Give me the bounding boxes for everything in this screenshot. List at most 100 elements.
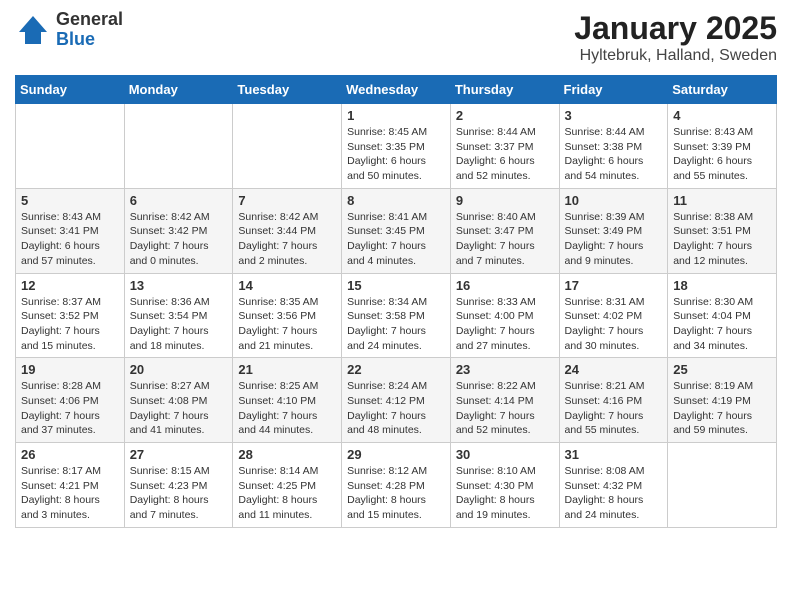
calendar-cell: 8 Sunrise: 8:41 AM Sunset: 3:45 PM Daylig… [342,188,451,273]
day-info: Sunrise: 8:40 AM Sunset: 3:47 PM Dayligh… [456,210,554,269]
calendar-cell: 11 Sunrise: 8:38 AM Sunset: 3:51 PM Dayli… [668,188,777,273]
calendar-week-row: 1 Sunrise: 8:45 AM Sunset: 3:35 PM Daylig… [16,104,777,189]
calendar-cell: 31 Sunrise: 8:08 AM Sunset: 4:32 PM Dayli… [559,443,668,528]
calendar-cell [16,104,125,189]
calendar-cell: 6Sunrise: 8:42 AM Sunset: 3:42 PM Daylig… [124,188,233,273]
day-info: Sunrise: 8:17 AM Sunset: 4:21 PM Dayligh… [21,464,119,523]
calendar-cell: 3Sunrise: 8:44 AM Sunset: 3:38 PM Daylig… [559,104,668,189]
day-info: Sunrise: 8:34 AM Sunset: 3:58 PM Dayligh… [347,295,445,354]
day-of-week-header: Wednesday [342,76,451,104]
day-info: Sunrise: 8:39 AM Sunset: 3:49 PM Dayligh… [565,210,663,269]
day-number: 10 [565,193,663,208]
calendar-cell: 19 Sunrise: 8:28 AM Sunset: 4:06 PM Dayli… [16,358,125,443]
logo-text: General Blue [56,10,123,50]
day-number: 24 [565,362,663,377]
calendar-cell: 7Sunrise: 8:42 AM Sunset: 3:44 PM Daylig… [233,188,342,273]
day-number: 31 [565,447,663,462]
day-info: Sunrise: 8:28 AM Sunset: 4:06 PM Dayligh… [21,379,119,438]
calendar-cell: 20 Sunrise: 8:27 AM Sunset: 4:08 PM Dayli… [124,358,233,443]
day-number: 17 [565,278,663,293]
day-number: 16 [456,278,554,293]
day-number: 11 [673,193,771,208]
day-info: Sunrise: 8:44 AM Sunset: 3:38 PM Dayligh… [565,125,663,184]
day-info: Sunrise: 8:37 AM Sunset: 3:52 PM Dayligh… [21,295,119,354]
calendar-cell: 2 Sunrise: 8:44 AM Sunset: 3:37 PM Daylig… [450,104,559,189]
calendar-cell: 21 Sunrise: 8:25 AM Sunset: 4:10 PM Dayli… [233,358,342,443]
day-info: Sunrise: 8:10 AM Sunset: 4:30 PM Dayligh… [456,464,554,523]
calendar-cell: 4Sunrise: 8:43 AM Sunset: 3:39 PM Daylig… [668,104,777,189]
day-number: 28 [238,447,336,462]
day-number: 29 [347,447,445,462]
day-number: 21 [238,362,336,377]
day-info: Sunrise: 8:43 AM Sunset: 3:41 PM Dayligh… [21,210,119,269]
day-number: 27 [130,447,228,462]
calendar-cell: 1 Sunrise: 8:45 AM Sunset: 3:35 PM Daylig… [342,104,451,189]
calendar-week-row: 19 Sunrise: 8:28 AM Sunset: 4:06 PM Dayli… [16,358,777,443]
calendar-cell: 28Sunrise: 8:14 AM Sunset: 4:25 PM Dayli… [233,443,342,528]
calendar-cell: 24 Sunrise: 8:21 AM Sunset: 4:16 PM Dayli… [559,358,668,443]
day-number: 5 [21,193,119,208]
calendar-cell: 30 Sunrise: 8:10 AM Sunset: 4:30 PM Dayli… [450,443,559,528]
day-info: Sunrise: 8:38 AM Sunset: 3:51 PM Dayligh… [673,210,771,269]
calendar-cell [668,443,777,528]
calendar-cell: 18 Sunrise: 8:30 AM Sunset: 4:04 PM Dayli… [668,273,777,358]
calendar-cell: 17Sunrise: 8:31 AM Sunset: 4:02 PM Dayli… [559,273,668,358]
calendar-week-row: 12 Sunrise: 8:37 AM Sunset: 3:52 PM Dayli… [16,273,777,358]
calendar-title: January 2025 [574,10,777,47]
day-of-week-header: Friday [559,76,668,104]
page-header: General Blue January 2025 Hyltebruk, Hal… [15,10,777,65]
day-info: Sunrise: 8:22 AM Sunset: 4:14 PM Dayligh… [456,379,554,438]
logo-general-text: General [56,10,123,30]
day-info: Sunrise: 8:27 AM Sunset: 4:08 PM Dayligh… [130,379,228,438]
title-block: January 2025 Hyltebruk, Halland, Sweden [574,10,777,65]
day-number: 2 [456,108,554,123]
day-info: Sunrise: 8:25 AM Sunset: 4:10 PM Dayligh… [238,379,336,438]
calendar-cell: 29Sunrise: 8:12 AM Sunset: 4:28 PM Dayli… [342,443,451,528]
calendar-cell: 10 Sunrise: 8:39 AM Sunset: 3:49 PM Dayli… [559,188,668,273]
day-info: Sunrise: 8:41 AM Sunset: 3:45 PM Dayligh… [347,210,445,269]
day-of-week-header: Monday [124,76,233,104]
day-number: 4 [673,108,771,123]
day-number: 20 [130,362,228,377]
day-number: 22 [347,362,445,377]
calendar-cell: 12 Sunrise: 8:37 AM Sunset: 3:52 PM Dayli… [16,273,125,358]
logo-icon [15,12,51,48]
logo: General Blue [15,10,123,50]
calendar-cell: 26Sunrise: 8:17 AM Sunset: 4:21 PM Dayli… [16,443,125,528]
calendar-cell: 13 Sunrise: 8:36 AM Sunset: 3:54 PM Dayli… [124,273,233,358]
day-info: Sunrise: 8:44 AM Sunset: 3:37 PM Dayligh… [456,125,554,184]
day-number: 18 [673,278,771,293]
calendar-cell: 22 Sunrise: 8:24 AM Sunset: 4:12 PM Dayli… [342,358,451,443]
day-info: Sunrise: 8:33 AM Sunset: 4:00 PM Dayligh… [456,295,554,354]
day-of-week-header: Tuesday [233,76,342,104]
day-info: Sunrise: 8:21 AM Sunset: 4:16 PM Dayligh… [565,379,663,438]
day-number: 13 [130,278,228,293]
logo-blue-text: Blue [56,30,123,50]
day-info: Sunrise: 8:45 AM Sunset: 3:35 PM Dayligh… [347,125,445,184]
day-info: Sunrise: 8:35 AM Sunset: 3:56 PM Dayligh… [238,295,336,354]
day-number: 19 [21,362,119,377]
calendar-cell: 25Sunrise: 8:19 AM Sunset: 4:19 PM Dayli… [668,358,777,443]
calendar-cell [124,104,233,189]
calendar-cell: 16 Sunrise: 8:33 AM Sunset: 4:00 PM Dayli… [450,273,559,358]
day-number: 12 [21,278,119,293]
day-number: 9 [456,193,554,208]
calendar-cell: 9 Sunrise: 8:40 AM Sunset: 3:47 PM Daylig… [450,188,559,273]
calendar-header-row: SundayMondayTuesdayWednesdayThursdayFrid… [16,76,777,104]
day-number: 30 [456,447,554,462]
calendar-cell: 15 Sunrise: 8:34 AM Sunset: 3:58 PM Dayli… [342,273,451,358]
day-number: 8 [347,193,445,208]
day-number: 1 [347,108,445,123]
day-info: Sunrise: 8:42 AM Sunset: 3:42 PM Dayligh… [130,210,228,269]
day-of-week-header: Thursday [450,76,559,104]
day-number: 14 [238,278,336,293]
calendar-cell: 27 Sunrise: 8:15 AM Sunset: 4:23 PM Dayli… [124,443,233,528]
calendar-cell: 23Sunrise: 8:22 AM Sunset: 4:14 PM Dayli… [450,358,559,443]
day-info: Sunrise: 8:24 AM Sunset: 4:12 PM Dayligh… [347,379,445,438]
day-number: 15 [347,278,445,293]
day-info: Sunrise: 8:08 AM Sunset: 4:32 PM Dayligh… [565,464,663,523]
calendar-table: SundayMondayTuesdayWednesdayThursdayFrid… [15,75,777,528]
day-info: Sunrise: 8:15 AM Sunset: 4:23 PM Dayligh… [130,464,228,523]
day-info: Sunrise: 8:30 AM Sunset: 4:04 PM Dayligh… [673,295,771,354]
day-info: Sunrise: 8:36 AM Sunset: 3:54 PM Dayligh… [130,295,228,354]
